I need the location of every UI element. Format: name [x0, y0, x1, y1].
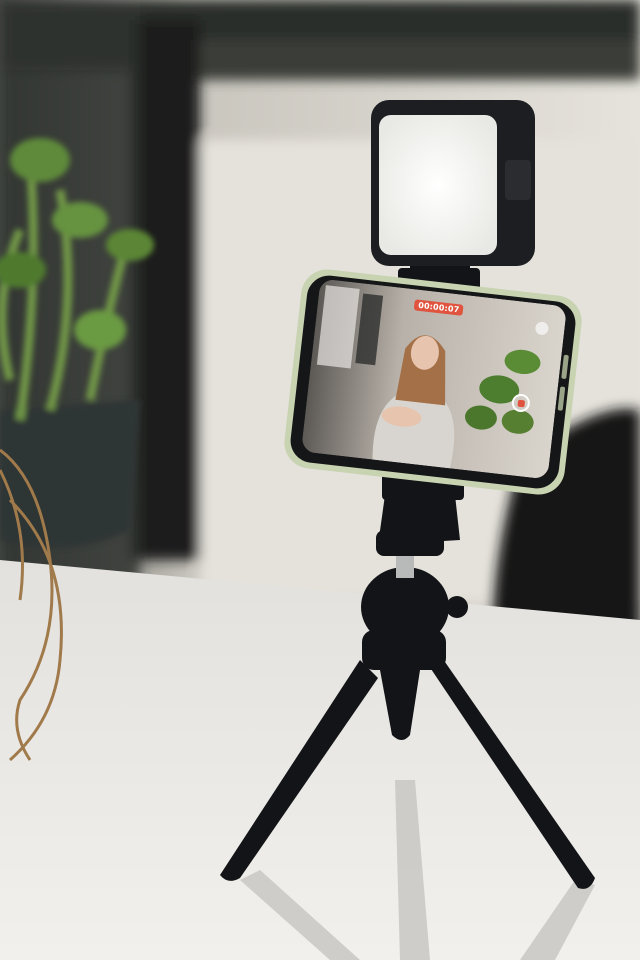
- phone-camera-screen: 00:00:07: [300, 278, 568, 480]
- led-light: [371, 100, 535, 266]
- photo-scene: [0, 0, 640, 960]
